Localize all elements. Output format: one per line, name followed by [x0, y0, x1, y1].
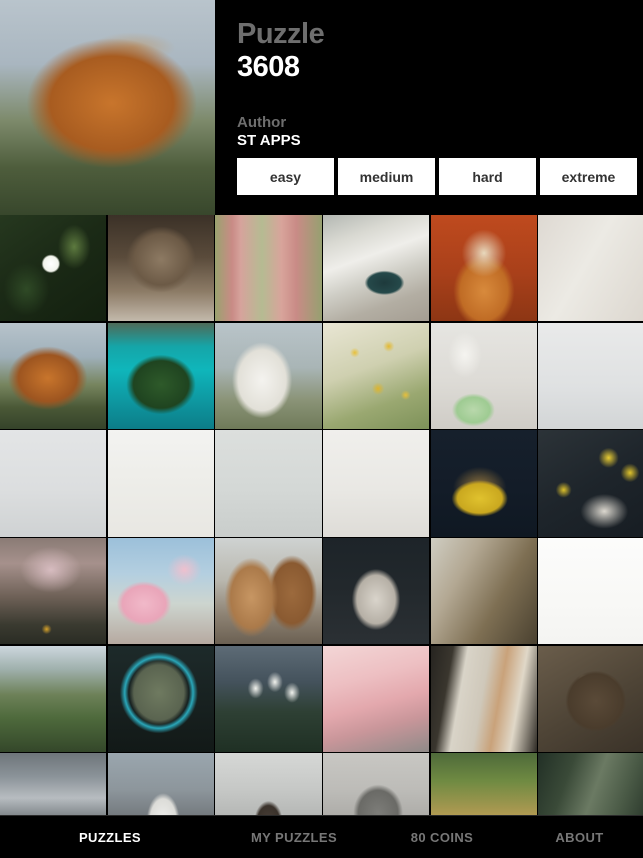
- thumbnail-photo: [538, 430, 643, 537]
- thumbnail-photo: [215, 430, 322, 537]
- thumbnail-photo: [0, 538, 107, 645]
- thumbnail-photo: [107, 538, 214, 645]
- nav-item-coins[interactable]: 80 COINS: [368, 830, 516, 845]
- puzzle-thumbnail-highland-cow-grazing[interactable]: [0, 322, 107, 429]
- puzzle-thumbnail-grid: [0, 215, 643, 815]
- puzzle-thumbnail-cherry-blossom-city[interactable]: [107, 538, 214, 645]
- puzzle-thumbnail-spices-wooden-tray[interactable]: [538, 645, 643, 752]
- thumbnail-photo: [0, 322, 107, 429]
- puzzle-thumbnail-dark-green-wall[interactable]: [538, 753, 643, 815]
- bottom-navigation-bar: PUZZLES MY PUZZLES 80 COINS ABOUT: [0, 815, 643, 858]
- puzzle-thumbnail-macaron-plates-topview[interactable]: [215, 430, 322, 537]
- thumbnail-photo: [215, 753, 322, 815]
- thumbnail-photo: [0, 753, 107, 815]
- thumbnail-photo: [0, 645, 107, 752]
- thumbnail-photo: [0, 430, 107, 537]
- thumbnail-photo: [323, 215, 430, 322]
- puzzle-thumbnail-foggy-rock-mountain[interactable]: [323, 753, 430, 815]
- puzzle-thumbnail-white-llama[interactable]: [215, 322, 322, 429]
- puzzle-thumbnail-truck-on-beach-wave[interactable]: [323, 215, 430, 322]
- difficulty-button-hard[interactable]: hard: [439, 158, 536, 195]
- difficulty-button-easy[interactable]: easy: [237, 158, 334, 195]
- thumbnail-photo: [323, 753, 430, 815]
- puzzle-thumbnail-white-tulips[interactable]: [215, 645, 322, 752]
- thumbnail-photo: [538, 215, 643, 322]
- thumbnail-photo: [215, 322, 322, 429]
- puzzle-thumbnail-honey-dipper-strawberries[interactable]: [0, 430, 107, 537]
- puzzle-thumbnail-toast-flatlay[interactable]: [538, 215, 643, 322]
- puzzle-thumbnail-pink-bridge-greenhouse[interactable]: [215, 215, 322, 322]
- puzzle-thumbnail-pancake-stack-blueberries[interactable]: [107, 430, 214, 537]
- thumbnail-photo: [430, 645, 537, 752]
- puzzle-thumbnail-lemons-on-slate[interactable]: [538, 430, 643, 537]
- thumbnail-photo: [430, 538, 537, 645]
- puzzle-thumbnail-green-mountain-valley[interactable]: [0, 645, 107, 752]
- thumbnail-photo: [107, 753, 214, 815]
- thumbnail-photo: [323, 430, 430, 537]
- thumbnail-photo: [430, 215, 537, 322]
- thumbnail-photo: [430, 430, 537, 537]
- thumbnail-photo: [215, 645, 322, 752]
- puzzle-thumbnail-grey-kitten[interactable]: [323, 538, 430, 645]
- difficulty-button-group: easy medium hard extreme: [237, 158, 637, 195]
- puzzle-thumbnail-cheetah-in-grass[interactable]: [430, 753, 537, 815]
- nav-item-my-puzzles[interactable]: MY PUZZLES: [220, 830, 368, 845]
- hero-image-photo: [0, 0, 215, 215]
- puzzle-thumbnail-macarons-white-jug[interactable]: [430, 322, 537, 429]
- thumbnail-photo: [323, 645, 430, 752]
- difficulty-button-medium[interactable]: medium: [338, 158, 435, 195]
- thumbnail-photo: [430, 753, 537, 815]
- puzzle-thumbnail-dog-in-window[interactable]: [215, 753, 322, 815]
- puzzle-thumbnail-ice-cream-cone[interactable]: [323, 430, 430, 537]
- thumbnail-photo: [538, 645, 643, 752]
- puzzle-thumbnail-lemon-basket[interactable]: [430, 430, 537, 537]
- thumbnail-photo: [538, 538, 643, 645]
- thumbnail-photo: [107, 645, 214, 752]
- puzzle-thumbnail-forest-path-hiker[interactable]: [0, 538, 107, 645]
- app-root: Puzzle 3608 Author ST APPS easy medium h…: [0, 0, 643, 858]
- puzzle-thumbnail-corgi-dog[interactable]: [430, 215, 537, 322]
- author-label: Author: [237, 114, 287, 131]
- thumbnail-photo: [107, 215, 214, 322]
- puzzle-thumbnail-abandoned-greenhouse[interactable]: [430, 538, 537, 645]
- nav-item-puzzles[interactable]: PUZZLES: [0, 830, 220, 845]
- puzzle-info-panel: Puzzle 3608 Author ST APPS easy medium h…: [237, 0, 643, 215]
- hero-puzzle-image[interactable]: [0, 0, 215, 215]
- thumbnail-photo: [0, 215, 107, 322]
- thumbnail-photo: [538, 322, 643, 429]
- puzzle-thumbnail-stadium-aerial[interactable]: [0, 753, 107, 815]
- thumbnail-photo: [323, 322, 430, 429]
- thumbnail-photo: [107, 430, 214, 537]
- difficulty-button-extreme[interactable]: extreme: [540, 158, 637, 195]
- puzzle-number: 3608: [237, 51, 300, 83]
- puzzle-thumbnail-green-smoothie-bottle[interactable]: [538, 322, 643, 429]
- header-section: Puzzle 3608 Author ST APPS easy medium h…: [0, 0, 643, 215]
- puzzle-thumbnail-art-prints-stall[interactable]: [430, 645, 537, 752]
- puzzle-thumbnail-persian-cat[interactable]: [107, 215, 214, 322]
- puzzle-thumbnail-turquoise-platter-food[interactable]: [107, 645, 214, 752]
- puzzle-thumbnail-pink-blossom-branch[interactable]: [538, 538, 643, 645]
- puzzle-thumbnail-icelandic-horses[interactable]: [215, 538, 322, 645]
- puzzle-thumbnail-white-pitbull[interactable]: [107, 753, 214, 815]
- puzzle-label: Puzzle: [237, 18, 325, 50]
- puzzle-thumbnail-pink-snowy-mountain[interactable]: [323, 645, 430, 752]
- puzzle-thumbnail-turquoise-lake-island[interactable]: [107, 322, 214, 429]
- puzzle-thumbnail-yellow-mimosa-blossom[interactable]: [323, 322, 430, 429]
- thumbnail-photo: [107, 322, 214, 429]
- puzzle-thumbnail-white-jasmine-flower[interactable]: [0, 215, 107, 322]
- thumbnail-photo: [215, 215, 322, 322]
- thumbnail-photo: [215, 538, 322, 645]
- thumbnail-photo: [323, 538, 430, 645]
- nav-item-about[interactable]: ABOUT: [516, 830, 643, 845]
- thumbnail-photo: [430, 322, 537, 429]
- author-name: ST APPS: [237, 132, 301, 149]
- thumbnail-photo: [538, 753, 643, 815]
